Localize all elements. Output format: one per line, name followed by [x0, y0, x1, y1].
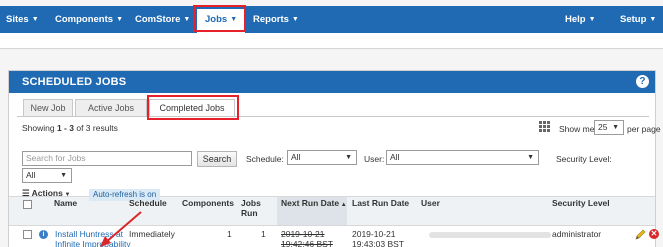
results-range: 1 - 3: [56, 123, 74, 133]
tab-new-job[interactable]: New Job: [23, 99, 73, 116]
jobs-run-line2: Run: [241, 208, 258, 218]
per-page-select[interactable]: 25 ▼: [594, 120, 624, 135]
last-run-date: 2019-10-21: [352, 229, 396, 239]
caret-down-icon: ▼: [588, 16, 596, 23]
help-icon[interactable]: ?: [636, 75, 649, 88]
schedule-select[interactable]: All ▼: [287, 150, 357, 165]
jobs-run-line1: Jobs: [241, 198, 261, 208]
search-input[interactable]: Search for Jobs: [22, 151, 192, 166]
security-level-select[interactable]: All ▼: [22, 168, 72, 183]
results-suffix: of 3 results: [73, 123, 118, 133]
top-nav-bar: Sites ▼ Components ▼ ComStore ▼ Jobs ▼ Repor…: [0, 6, 663, 34]
sub-toolbar: [0, 33, 663, 49]
tab-active-jobs[interactable]: Active Jobs: [75, 99, 147, 116]
nav-setup[interactable]: Setup ▼: [620, 6, 656, 33]
user-label: User:: [364, 154, 385, 164]
dropdown-arrow-icon: ▼: [612, 124, 619, 131]
nav-components-label: Components: [55, 14, 114, 25]
results-count: Showing 1 - 3 of 3 results: [22, 123, 118, 133]
sort-arrow-icon: ▲: [339, 202, 347, 208]
column-header-last-run[interactable]: Last Run Date: [352, 198, 409, 208]
info-icon[interactable]: i: [39, 230, 48, 239]
column-header-components[interactable]: Components: [182, 198, 234, 208]
tab-completed-jobs-label: Completed Jobs: [159, 103, 225, 113]
show-me-label: Show me: [559, 124, 595, 134]
row-checkbox[interactable]: [23, 230, 32, 239]
column-grid-icon[interactable]: [539, 121, 550, 132]
user-select[interactable]: All ▼: [386, 150, 539, 165]
caret-down-icon: ▼: [31, 16, 39, 23]
nav-setup-label: Setup: [620, 14, 647, 25]
next-run-time: 19:42:46 BST: [281, 239, 333, 247]
caret-down-icon: ▼: [649, 16, 657, 23]
nav-sites-label: Sites: [6, 14, 29, 25]
scheduled-jobs-panel: SCHEDULED JOBS ? New Job Active Jobs Com…: [8, 70, 661, 247]
job-next-run: 2019-10-21 19:42:46 BST: [281, 229, 333, 247]
caret-down-icon: ▼: [291, 16, 299, 23]
job-last-run: 2019-10-21 19:43:03 BST: [352, 229, 404, 247]
nav-help-label: Help: [565, 14, 586, 25]
next-run-label: Next Run Date: [281, 198, 340, 208]
job-security-level: administrator: [552, 229, 602, 239]
tab-new-job-label: New Job: [30, 103, 66, 113]
security-level-value: All: [26, 170, 36, 180]
nav-sites[interactable]: Sites ▼: [6, 6, 39, 33]
column-header-jobs-run[interactable]: Jobs Run: [241, 198, 261, 218]
schedule-value: All: [291, 152, 301, 162]
nav-comstore-label: ComStore: [135, 14, 181, 25]
job-components: 1: [227, 229, 232, 239]
delete-icon[interactable]: ✕: [649, 229, 659, 239]
panel-title: SCHEDULED JOBS: [22, 76, 127, 88]
caret-down-icon: ▼: [230, 16, 238, 23]
column-header-next-run[interactable]: Next Run Date ▲: [281, 198, 347, 210]
select-all-checkbox[interactable]: [23, 200, 32, 209]
last-run-time: 19:43:03 BST: [352, 239, 404, 247]
results-prefix: Showing: [22, 123, 57, 133]
next-run-date: 2019-10-21: [281, 229, 325, 239]
job-runs: 1: [261, 229, 266, 239]
column-header-security[interactable]: Security Level: [552, 198, 610, 208]
per-page-value: 25: [598, 122, 608, 132]
nav-help[interactable]: Help ▼: [565, 6, 596, 33]
security-level-label: Security Level:: [556, 154, 612, 164]
nav-jobs[interactable]: Jobs ▼: [197, 9, 246, 34]
tab-completed-jobs[interactable]: Completed Jobs: [149, 99, 235, 117]
list-icon: ☰: [22, 188, 32, 198]
nav-components[interactable]: Components ▼: [55, 6, 123, 33]
annotation-arrow-icon: [100, 211, 142, 247]
nav-comstore[interactable]: ComStore ▼: [135, 6, 190, 33]
column-header-name[interactable]: Name: [54, 198, 77, 208]
user-value: All: [390, 152, 400, 162]
caret-down-icon: ▼: [116, 16, 123, 23]
nav-reports-label: Reports: [253, 14, 289, 25]
tab-divider: [17, 116, 649, 117]
caret-down-icon: ▼: [183, 16, 191, 23]
column-header-user[interactable]: User: [421, 198, 440, 208]
redacted-user: [429, 232, 551, 238]
panel-header: SCHEDULED JOBS ?: [9, 71, 655, 93]
dropdown-arrow-icon: ▼: [345, 154, 352, 161]
nav-jobs-label: Jobs: [205, 14, 228, 25]
tab-active-jobs-label: Active Jobs: [87, 103, 135, 113]
nav-reports[interactable]: Reports ▼: [253, 6, 299, 33]
actions-label: Actions: [31, 188, 63, 198]
schedule-label: Schedule:: [246, 154, 284, 164]
per-page-label: per page: [627, 124, 661, 134]
dropdown-arrow-icon: ▼: [527, 154, 534, 161]
column-header-schedule[interactable]: Schedule: [129, 198, 167, 208]
search-button[interactable]: Search: [197, 151, 237, 167]
edit-pencil-icon[interactable]: [635, 229, 646, 240]
dropdown-arrow-icon: ▼: [60, 172, 67, 179]
